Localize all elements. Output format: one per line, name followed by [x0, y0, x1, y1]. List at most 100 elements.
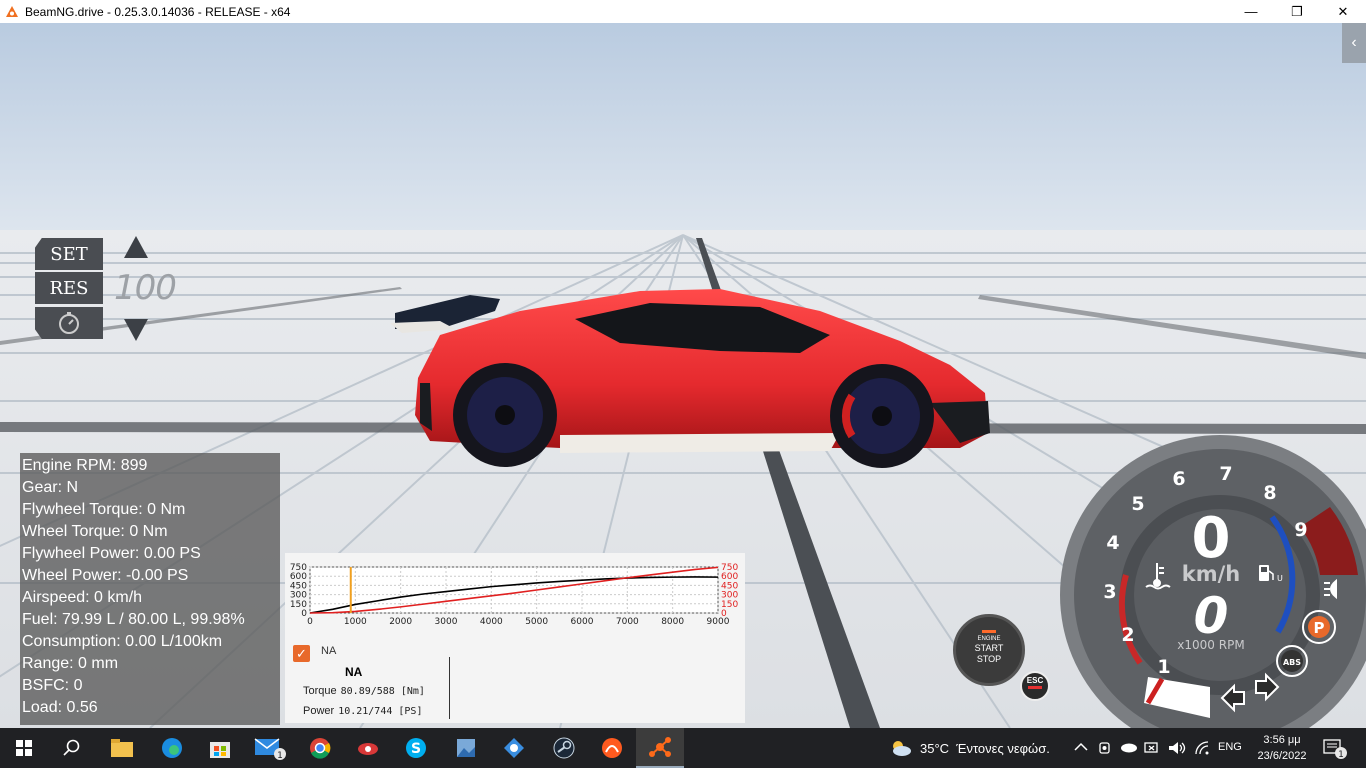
chart-xtick-label: 3000: [435, 617, 458, 627]
rpm-tick-9: 9: [1294, 519, 1307, 541]
rpm-tick-8: 8: [1263, 482, 1276, 504]
gear-readout: 0: [1194, 587, 1229, 645]
weather-temp: 35°C: [920, 741, 950, 756]
rpm-unit: x1000 RPM: [1177, 638, 1244, 652]
notification-badge: 1: [1338, 750, 1344, 760]
taskbar-app-blue[interactable]: [490, 728, 538, 768]
stat-flywheel-power: Flywheel Power: 0.00 PS: [22, 545, 201, 562]
rpm-tick-3: 3: [1103, 581, 1116, 603]
svg-text:S: S: [411, 741, 421, 757]
app-orange-icon: [602, 738, 622, 758]
rpm-tick-7: 7: [1219, 463, 1232, 485]
maximize-button[interactable]: ❐: [1274, 0, 1320, 23]
torque-row: Torque 80.89/588 [Nm]: [303, 685, 425, 697]
taskbar-store[interactable]: [196, 728, 244, 768]
system-clock[interactable]: 3:56 μμ 23/6/2022: [1252, 732, 1312, 764]
stat-range: Range: 0 mm: [22, 655, 119, 672]
stat-bsfc: BSFC: 0: [22, 677, 83, 694]
stat-airspeed: Airspeed: 0 km/h: [22, 589, 143, 606]
rpm-tick-2: 2: [1121, 624, 1134, 646]
speed-unit: km/h: [1182, 562, 1240, 586]
folder-icon: [111, 739, 133, 757]
volume-icon[interactable]: [1168, 740, 1186, 756]
store-icon: [210, 742, 230, 758]
rpm-tick-5: 5: [1131, 493, 1144, 515]
minimize-button[interactable]: —: [1228, 0, 1274, 23]
engine-start-stop-button[interactable]: ENGINE START STOP: [953, 614, 1025, 686]
network-icon[interactable]: [1144, 740, 1162, 756]
start-label: START: [974, 643, 1004, 653]
window-title: BeamNG.drive - 0.25.3.0.14036 - RELEASE …: [25, 4, 291, 19]
gauge-cluster: 1 2 3 4 5 6 7 8 9 0 km/h 0 x1000 RPM U P…: [1060, 435, 1366, 728]
onedrive-icon[interactable]: [1120, 741, 1138, 753]
stat-fuel: Fuel: 79.99 L / 80.00 L, 99.98%: [22, 611, 245, 628]
taskbar-beamng[interactable]: [636, 728, 684, 768]
taskbar-app-orange[interactable]: [588, 728, 636, 768]
torque-label: Torque: [303, 685, 337, 697]
stat-engine-rpm: Engine RPM: 899: [22, 457, 148, 474]
rpm-tick-4: 4: [1106, 532, 1119, 554]
weather-widget[interactable]: 35°C Έντονες νεφώσ.: [920, 741, 1050, 756]
chart-xtick-label: 4000: [480, 617, 503, 627]
taskbar-steam[interactable]: [540, 728, 588, 768]
beamng-app-icon: [6, 5, 18, 17]
close-button[interactable]: ✕: [1320, 0, 1366, 23]
mail-icon: 1: [254, 738, 286, 761]
taskbar-mail[interactable]: 1: [246, 728, 294, 768]
wifi-icon[interactable]: [1194, 740, 1212, 756]
engine-values-table: NA Torque 80.89/588 [Nm] Power 10.21/744 […: [301, 657, 450, 719]
cruise-speed-up-button[interactable]: [122, 234, 150, 260]
abs-label: ABS: [1283, 658, 1301, 667]
photos-icon: [457, 739, 475, 757]
chart-xtick-label: 8000: [661, 617, 684, 627]
cruise-speed-readout: 100: [114, 268, 177, 308]
engine-indicator-light: [982, 630, 996, 633]
chrome-icon: [310, 738, 331, 759]
chevron-up-icon[interactable]: [1074, 742, 1088, 752]
chart-ytick-right-label: 0: [721, 609, 727, 619]
power-row: Power 10.21/744 [PS]: [303, 705, 422, 717]
clock-time: 3:56 μμ: [1263, 734, 1301, 746]
taskbar-chrome[interactable]: [296, 728, 344, 768]
clock-date: 23/6/2022: [1257, 750, 1307, 762]
svg-text:U: U: [1277, 574, 1283, 583]
abs-indicator: ABS: [1276, 645, 1308, 677]
torque-curve-panel: 0 1000 2000 3000 4000 5000 6000 7000 8000 9000 750…: [285, 553, 745, 723]
cruise-speed-down-button[interactable]: [122, 317, 150, 343]
beamng-icon: [649, 737, 671, 757]
edge-icon: [162, 738, 182, 758]
collapse-panel-button[interactable]: ‹: [1342, 23, 1366, 63]
weather-cloud-icon[interactable]: [890, 739, 912, 757]
taskbar-photos[interactable]: [442, 728, 490, 768]
headlight-icon: [1324, 578, 1337, 600]
cruise-resume-button[interactable]: RES: [35, 272, 103, 304]
search-button[interactable]: [48, 728, 96, 768]
taskbar-app-red[interactable]: [344, 728, 392, 768]
chart-xtick-label: 1000: [344, 617, 367, 627]
taskbar-file-explorer[interactable]: [98, 728, 146, 768]
speedometer-icon: [59, 312, 79, 334]
legend-label: NA: [321, 645, 337, 657]
stat-load: Load: 0.56: [22, 699, 98, 716]
app-blue-icon: [504, 738, 524, 758]
steam-icon: [553, 737, 575, 759]
taskbar-edge[interactable]: [148, 728, 196, 768]
esc-label: ESC: [1026, 676, 1044, 685]
esc-button[interactable]: ESC: [1020, 671, 1050, 701]
stop-label: STOP: [976, 654, 1002, 664]
start-button[interactable]: [0, 728, 48, 768]
stat-gear: Gear: N: [22, 479, 79, 496]
torque-power-chart: 0 1000 2000 3000 4000 5000 6000 7000 8000 9000750…: [290, 563, 739, 627]
notification-center-icon[interactable]: 1: [1322, 738, 1350, 760]
language-indicator[interactable]: ENG: [1218, 741, 1242, 753]
mail-badge: 1: [277, 751, 283, 761]
cruise-set-button[interactable]: SET: [35, 238, 103, 270]
windows-icon: [16, 740, 32, 756]
cruise-toggle-button[interactable]: [35, 307, 103, 339]
meet-now-icon[interactable]: [1098, 740, 1112, 756]
windows-taskbar: 1 S 35°C Έντονες νεφώσ. ENG 3:56 μμ 23/6…: [0, 728, 1366, 768]
skype-icon: S: [406, 738, 426, 758]
chart-xtick-label: 6000: [571, 617, 594, 627]
power-value: 10.21/744 [PS]: [338, 706, 423, 717]
taskbar-skype[interactable]: S: [392, 728, 440, 768]
